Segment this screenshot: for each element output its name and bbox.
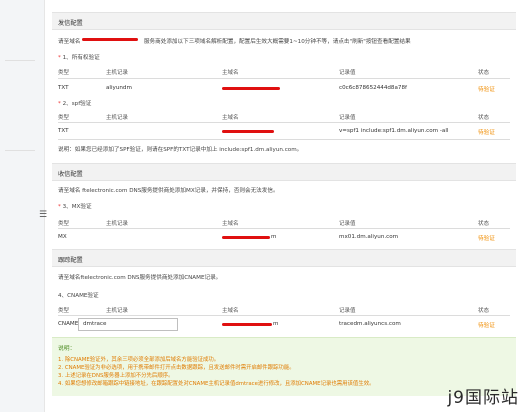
mx-row-value: mx01.dm.aliyun.com bbox=[339, 234, 399, 240]
col-header-value: 记录值 bbox=[339, 70, 356, 76]
cname-host-input[interactable]: dmtrace bbox=[78, 318, 178, 331]
col-header-domain: 主域名 bbox=[222, 221, 239, 227]
receive-config-header: 收信配置 bbox=[52, 163, 516, 181]
mx-row-type: MX bbox=[58, 234, 67, 240]
cname-row-type: CNAME bbox=[58, 321, 79, 327]
col-header-host: 主机记录 bbox=[106, 70, 129, 76]
table-divider bbox=[58, 228, 510, 229]
menu-toggle-icon[interactable]: ☰ bbox=[38, 210, 48, 220]
step-ownership: * 1、所有权验证 bbox=[58, 55, 100, 61]
col-header-type: 类型 bbox=[58, 308, 70, 314]
row1-value: c0c6c878652444d8a78f bbox=[339, 85, 407, 91]
mx-row-domain-suffix: m bbox=[271, 234, 277, 240]
col-header-status: 状态 bbox=[478, 115, 490, 121]
row1-status: 待验证 bbox=[478, 87, 495, 93]
col-header-host: 主机记录 bbox=[106, 308, 129, 314]
table-divider bbox=[58, 78, 510, 79]
step-cname: 4、CNAME验证 bbox=[58, 293, 99, 299]
track-config-header: 跟踪配置 bbox=[52, 249, 516, 267]
col-header-value: 记录值 bbox=[339, 221, 356, 227]
table-divider bbox=[58, 139, 510, 140]
sidebar-divider bbox=[5, 150, 35, 151]
col-header-status: 状态 bbox=[478, 70, 490, 76]
col-header-value: 记录值 bbox=[339, 308, 356, 314]
cname-host-value: dmtrace bbox=[83, 321, 107, 327]
receive-config-title: 收信配置 bbox=[58, 171, 83, 178]
col-header-domain: 主域名 bbox=[222, 115, 239, 121]
col-header-type: 类型 bbox=[58, 115, 70, 121]
col-header-host: 主机记录 bbox=[106, 221, 129, 227]
receive-config-intro: 请至域名 ftelectronic.com DNS服务提供商处添加MX记录，并保… bbox=[58, 188, 279, 194]
left-sidebar bbox=[0, 0, 45, 412]
redacted-domain bbox=[222, 87, 280, 90]
step-mx: * 3、MX验证 bbox=[58, 204, 92, 210]
step-spf: * 2、spf验证 bbox=[58, 101, 92, 107]
row2-value: v=spf1 include:spf1.dm.aliyun.com -all bbox=[339, 128, 449, 134]
table-divider bbox=[58, 315, 510, 316]
col-header-domain: 主域名 bbox=[222, 70, 239, 76]
tip-line-4: 4. 如果您想修改邮箱跟踪中链接地址，在跟踪配置处对CNAME主机记录值dmtr… bbox=[58, 381, 375, 387]
col-header-host: 主机记录 bbox=[106, 115, 129, 121]
redacted-domain bbox=[222, 236, 270, 239]
col-header-type: 类型 bbox=[58, 70, 70, 76]
row2-type: TXT bbox=[58, 128, 69, 134]
sidebar-divider bbox=[5, 60, 35, 61]
track-config-intro: 请至域名ftelectronic.com DNS服务提供商处添加CNAME记录。 bbox=[58, 275, 222, 281]
col-header-status: 状态 bbox=[478, 221, 490, 227]
redacted-domain bbox=[222, 323, 272, 326]
send-config-title: 发信配置 bbox=[58, 20, 83, 27]
tip-line-1: 1. 除CNAME验证外，其余三项必须全部添加后域名方能验证成功。 bbox=[58, 357, 220, 363]
cname-row-status: 待验证 bbox=[478, 323, 495, 329]
redacted-domain bbox=[222, 130, 274, 133]
row2-status: 待验证 bbox=[478, 130, 495, 136]
mx-row-status: 待验证 bbox=[478, 236, 495, 242]
col-header-status: 状态 bbox=[478, 308, 490, 314]
spf-note: 说明：如果您已经添加了SPF验证，则请在SPF的TXT记录中加上 include… bbox=[58, 147, 303, 153]
cname-row-value: tracedm.aliyuncs.com bbox=[339, 321, 401, 327]
col-header-type: 类型 bbox=[58, 221, 70, 227]
tips-title: 说明： bbox=[58, 346, 76, 352]
col-header-domain: 主域名 bbox=[222, 308, 239, 314]
tip-line-3: 3. 上述记录在DNS服务器上添加不分先后顺序。 bbox=[58, 373, 174, 379]
domain-config-panel: 发信配置 请至域名 服务商处添加以下三项域名解析配置，配置后生效大概需要1~10… bbox=[52, 0, 516, 412]
cname-row-domain-suffix: m bbox=[273, 321, 279, 327]
tip-line-2: 2. CNAME验证为非必选项，用于携带邮件打开点击数据跟踪，且发送邮件时需开启… bbox=[58, 365, 295, 371]
send-config-header: 发信配置 bbox=[52, 12, 516, 30]
redacted-domain bbox=[82, 38, 138, 41]
table-divider bbox=[58, 122, 510, 123]
col-header-value: 记录值 bbox=[339, 115, 356, 121]
watermark-text: j9国际站 bbox=[447, 388, 519, 408]
track-config-title: 跟踪配置 bbox=[58, 257, 83, 264]
row1-host: aliyundm bbox=[106, 85, 132, 91]
row1-type: TXT bbox=[58, 85, 69, 91]
